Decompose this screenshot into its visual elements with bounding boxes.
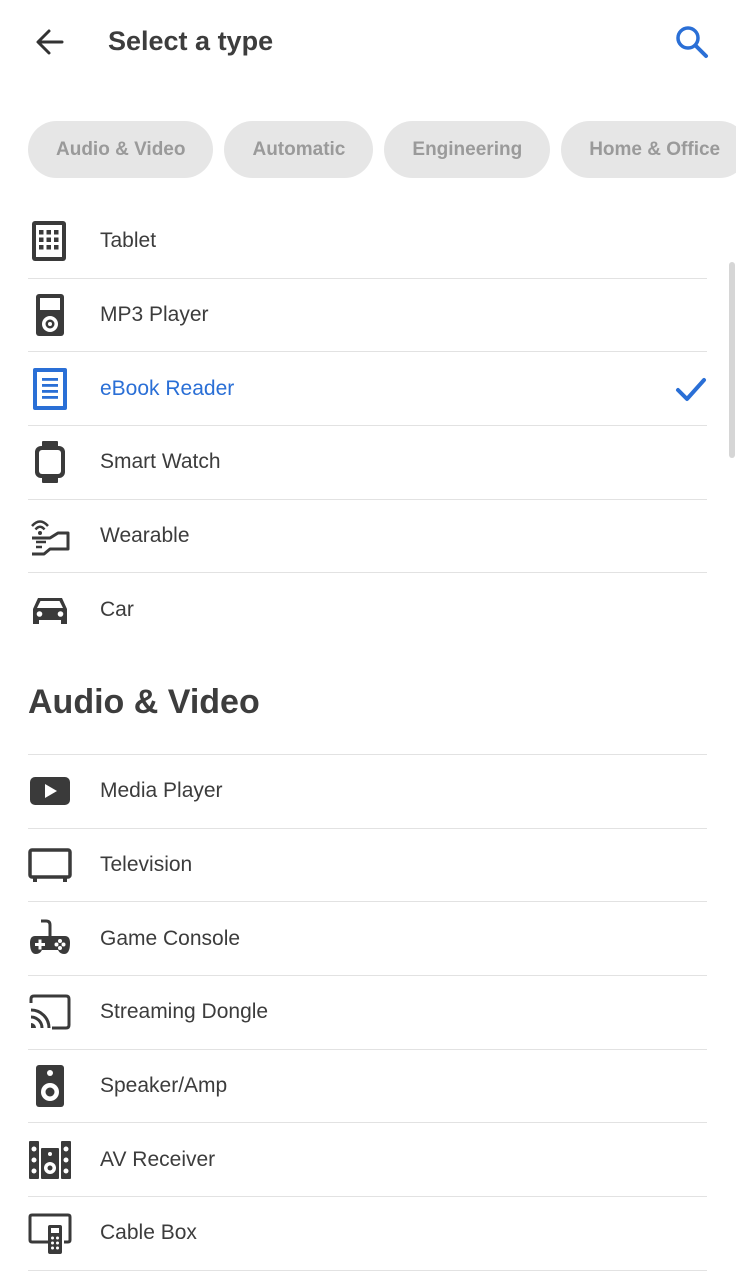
- game-console-icon: [30, 919, 70, 954]
- list-item-label: Game Console: [100, 926, 241, 950]
- chip-audio-video[interactable]: Audio & Video: [28, 121, 214, 178]
- checkmark-icon: [676, 377, 706, 401]
- list-item-label: eBook Reader: [100, 376, 235, 400]
- list-item-label: Wearable: [100, 524, 190, 548]
- list-item-label: Smart Watch: [100, 450, 221, 474]
- media-player-icon: [30, 777, 70, 806]
- list-item-tablet[interactable]: Tablet: [28, 205, 707, 279]
- category-chips: Audio & Video Automatic Engineering Home & …: [28, 121, 736, 178]
- app-bar: Select a type: [0, 0, 736, 82]
- tablet-icon: [32, 221, 66, 262]
- page-title: Select a type: [108, 26, 274, 56]
- chip-engineering[interactable]: Engineering: [384, 121, 551, 178]
- list-item-label: Speaker/Amp: [100, 1074, 228, 1098]
- list-item-ebook-reader[interactable]: eBook Reader: [28, 352, 707, 427]
- list-item-label: MP3 Player: [100, 303, 209, 327]
- list-item-wearable[interactable]: Wearable: [28, 500, 707, 574]
- list-item-speaker-amp[interactable]: Speaker/Amp: [28, 1050, 707, 1124]
- television-icon: [28, 848, 72, 883]
- list-item-label: Streaming Dongle: [100, 1000, 269, 1024]
- section-title-audio-video: Audio & Video: [28, 683, 260, 721]
- av-receiver-icon: [29, 1140, 71, 1179]
- list-item-av-receiver[interactable]: AV Receiver: [28, 1123, 707, 1198]
- search-icon: [676, 26, 708, 58]
- list-item-streaming-dongle[interactable]: Streaming Dongle: [28, 976, 707, 1050]
- list-item-label: Car: [100, 598, 134, 622]
- list-item-television[interactable]: Television: [28, 829, 707, 903]
- list-item-car[interactable]: Car: [28, 573, 707, 647]
- cast-icon: [29, 994, 71, 1030]
- smart-watch-icon: [35, 441, 65, 484]
- back-button[interactable]: [30, 22, 70, 62]
- arrow-left-icon: [36, 29, 64, 55]
- list-item-label: Television: [100, 853, 193, 877]
- list-item-label: Media Player: [100, 779, 223, 803]
- type-list: Tablet MP3 Player eBook Reader Smart Wat…: [28, 205, 707, 647]
- list-item-cable-box[interactable]: Cable Box: [28, 1197, 707, 1271]
- audio-video-list: Media Player Television Game Console Str…: [28, 754, 707, 1271]
- list-item-mp3-player[interactable]: MP3 Player: [28, 279, 707, 353]
- list-item-label: Tablet: [100, 229, 157, 253]
- ebook-reader-icon: [33, 367, 67, 410]
- cable-box-icon: [28, 1213, 72, 1255]
- list-item-label: AV Receiver: [100, 1147, 216, 1171]
- list-item-media-player[interactable]: Media Player: [28, 755, 707, 829]
- list-item-label: Cable Box: [100, 1221, 197, 1245]
- search-button[interactable]: [672, 22, 712, 62]
- speaker-icon: [36, 1065, 64, 1108]
- mp3-player-icon: [36, 294, 64, 337]
- chip-automatic[interactable]: Automatic: [224, 121, 374, 178]
- scrollbar[interactable]: [729, 262, 735, 458]
- list-item-smart-watch[interactable]: Smart Watch: [28, 426, 707, 500]
- list-item-game-console[interactable]: Game Console: [28, 902, 707, 977]
- chip-home-office[interactable]: Home & Office: [561, 121, 736, 178]
- car-icon: [33, 598, 67, 625]
- wearable-icon: [31, 520, 70, 556]
